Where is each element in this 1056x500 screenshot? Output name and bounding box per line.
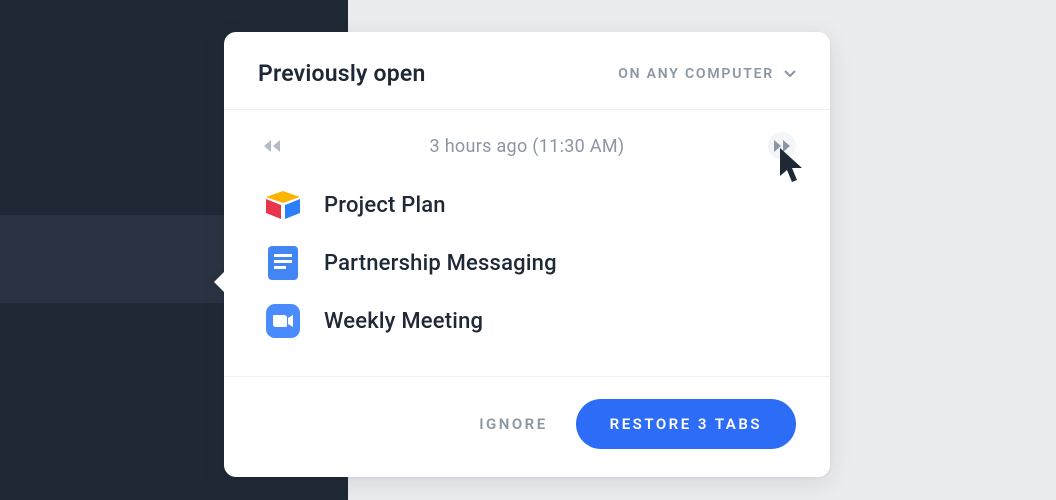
popover-footer: IGNORE RESTORE 3 TABS bbox=[224, 377, 830, 477]
chevron-down-icon bbox=[784, 70, 796, 78]
popover-title: Previously open bbox=[258, 60, 426, 87]
filter-label: ON ANY COMPUTER bbox=[618, 66, 774, 82]
popover-header: Previously open ON ANY COMPUTER bbox=[224, 32, 830, 109]
tab-row[interactable]: Project Plan bbox=[258, 176, 796, 234]
snapshot-pager: 3 hours ago (11:30 AM) bbox=[224, 110, 830, 166]
rewind-icon bbox=[262, 139, 282, 153]
snapshot-timestamp: 3 hours ago (11:30 AM) bbox=[430, 136, 625, 157]
tab-title: Project Plan bbox=[324, 193, 446, 218]
tab-title: Weekly Meeting bbox=[324, 309, 483, 334]
computer-filter-dropdown[interactable]: ON ANY COMPUTER bbox=[618, 66, 796, 82]
google-docs-icon bbox=[266, 246, 300, 280]
next-snapshot-button[interactable] bbox=[768, 132, 796, 160]
airtable-icon bbox=[266, 188, 300, 222]
ignore-button[interactable]: IGNORE bbox=[479, 415, 547, 433]
prev-snapshot-button[interactable] bbox=[258, 132, 286, 160]
zoom-icon bbox=[266, 304, 300, 338]
restore-tabs-button[interactable]: RESTORE 3 TABS bbox=[576, 399, 796, 449]
fast-forward-icon bbox=[772, 139, 792, 153]
tab-list: Project Plan Partnership Messaging bbox=[224, 166, 830, 376]
tab-title: Partnership Messaging bbox=[324, 251, 557, 276]
tab-row[interactable]: Weekly Meeting bbox=[258, 292, 796, 350]
previously-open-popover: Previously open ON ANY COMPUTER 3 hours … bbox=[224, 32, 830, 477]
tab-row[interactable]: Partnership Messaging bbox=[258, 234, 796, 292]
popover-arrow bbox=[214, 270, 226, 294]
